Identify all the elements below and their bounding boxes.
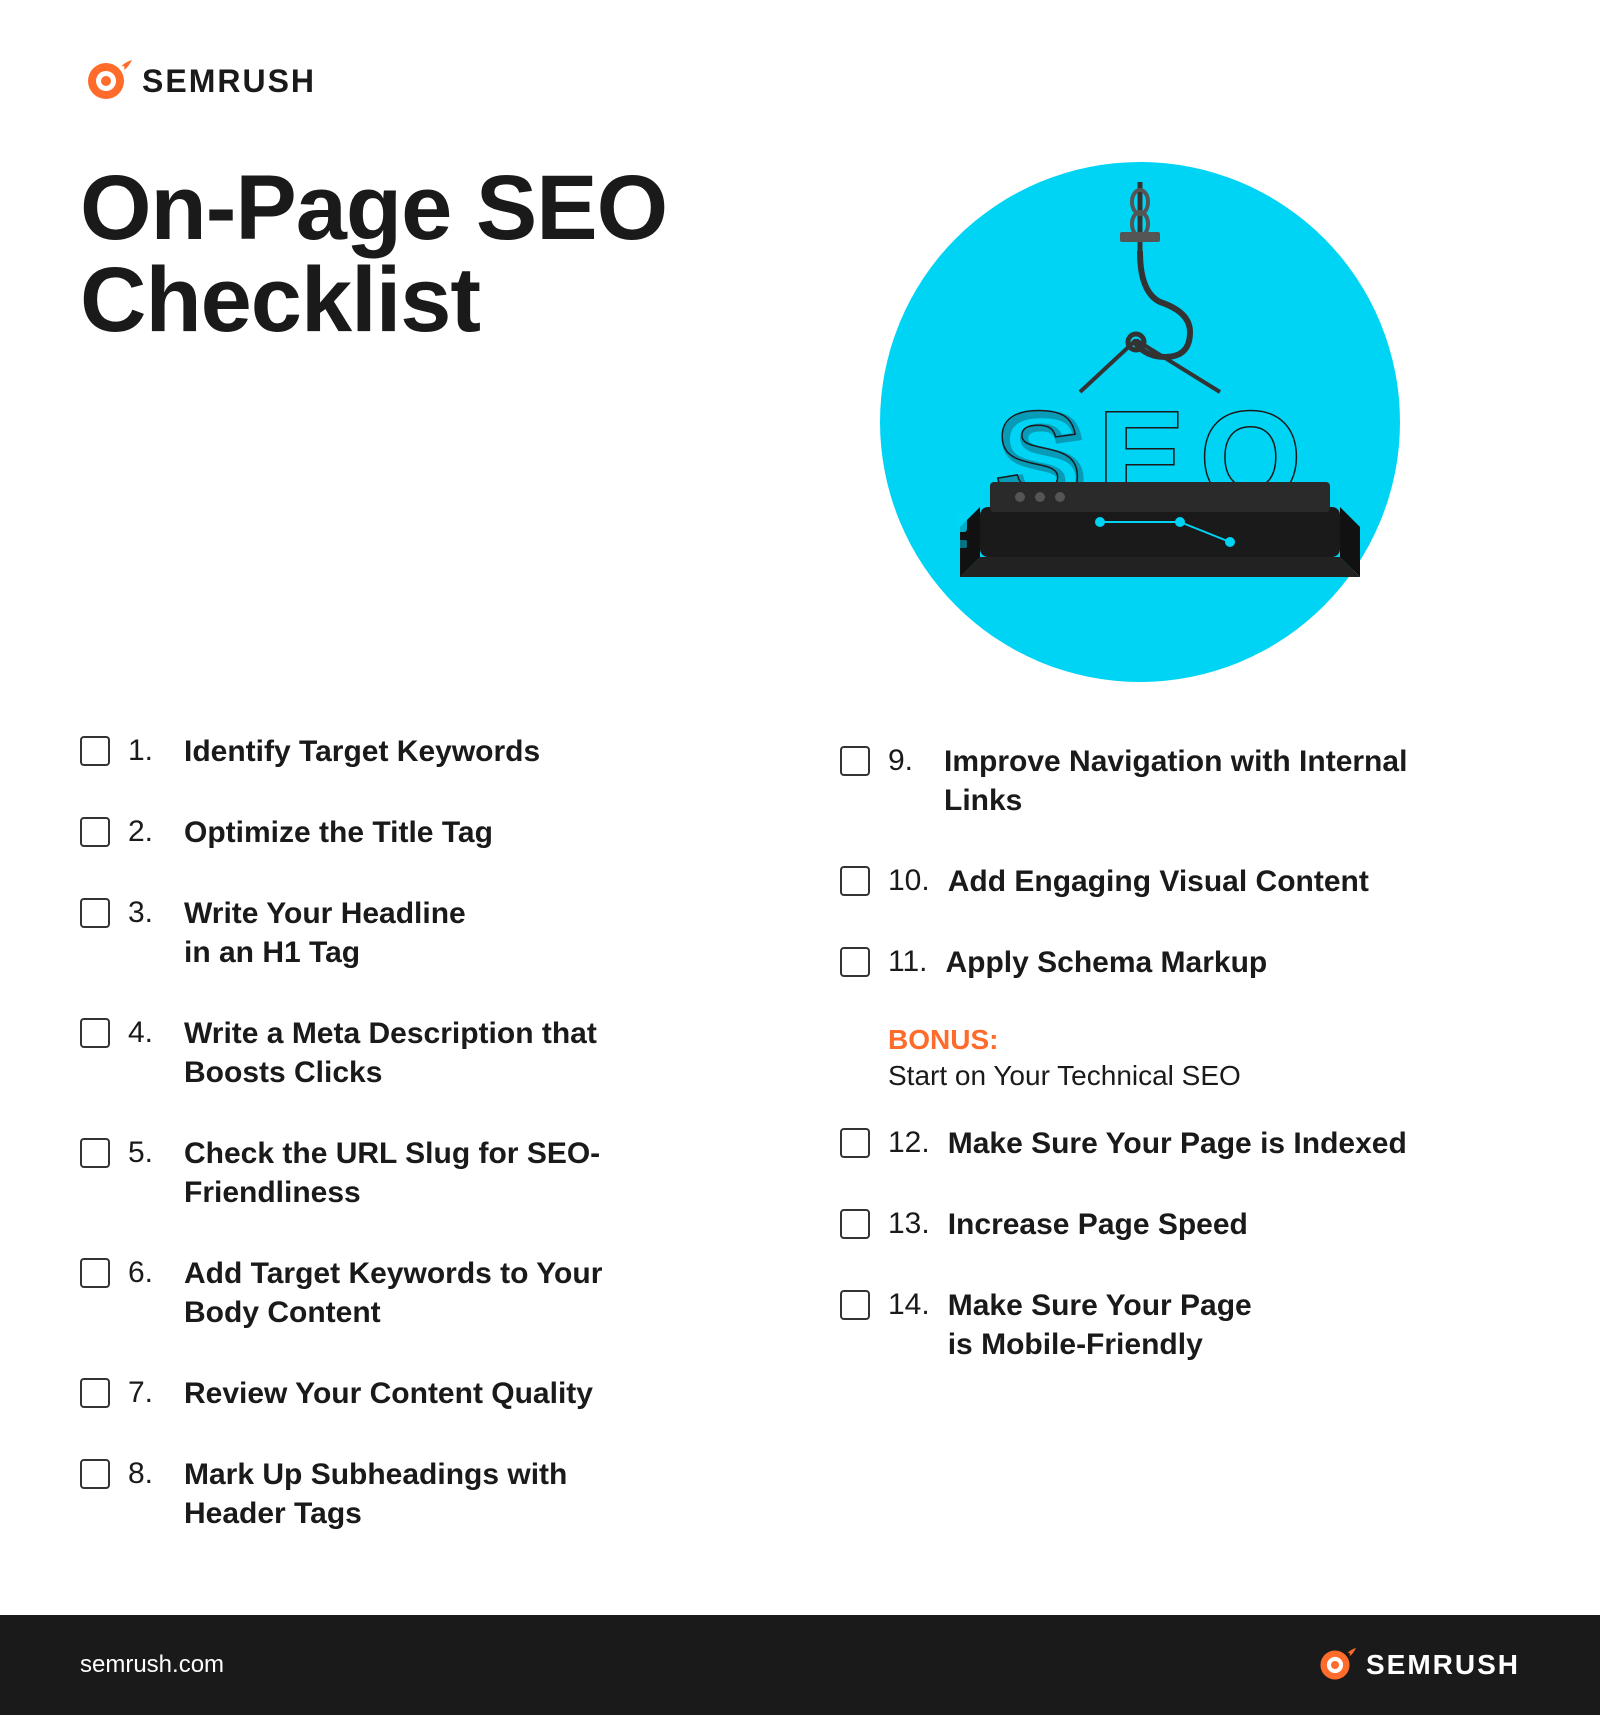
item-text-4: Write a Meta Description thatBoosts Clic… [184, 1014, 597, 1092]
item-number-12: 12. [888, 1126, 930, 1160]
seo-illustration: S E O S [880, 162, 1400, 682]
checkbox-2[interactable] [80, 817, 110, 847]
item-number-3: 3. [128, 896, 166, 930]
checkbox-14[interactable] [840, 1290, 870, 1320]
header-logo-text: SEMRUSH [142, 63, 316, 100]
checklist-item-left-5: 5. Check the URL Slug for SEO-Friendline… [80, 1134, 780, 1212]
item-number-2: 2. [128, 815, 166, 849]
item-number-14: 14. [888, 1288, 930, 1322]
checklist-item-right-11: 11. Apply Schema Markup [840, 943, 1520, 982]
bonus-text: Start on Your Technical SEO [888, 1060, 1520, 1092]
item-text-1: Identify Target Keywords [184, 732, 540, 771]
footer-logo-icon [1314, 1648, 1356, 1682]
footer-logo-text: SEMRUSH [1366, 1649, 1520, 1681]
checkbox-4[interactable] [80, 1018, 110, 1048]
semrush-logo-icon [80, 60, 132, 102]
header-logo: SEMRUSH [80, 60, 1520, 102]
bonus-section: BONUS: Start on Your Technical SEO [888, 1024, 1520, 1092]
item-number-6: 6. [128, 1256, 166, 1290]
checkbox-13[interactable] [840, 1209, 870, 1239]
item-number-7: 7. [128, 1376, 166, 1410]
item-text-12: Make Sure Your Page is Indexed [948, 1124, 1407, 1163]
checkbox-8[interactable] [80, 1459, 110, 1489]
page-title: On-Page SEO Checklist [80, 162, 760, 346]
bonus-label: BONUS: [888, 1024, 1520, 1056]
item-number-10: 10. [888, 864, 930, 898]
item-text-2: Optimize the Title Tag [184, 813, 493, 852]
item-text-7: Review Your Content Quality [184, 1374, 593, 1413]
checkbox-7[interactable] [80, 1378, 110, 1408]
checklist-item-left-1: 1. Identify Target Keywords [80, 732, 780, 771]
footer-logo: SEMRUSH [1314, 1648, 1520, 1682]
item-text-10: Add Engaging Visual Content [948, 862, 1369, 901]
main-content: SEMRUSH On-Page SEO Checklist [0, 0, 1600, 1615]
checklist-item-left-7: 7. Review Your Content Quality [80, 1374, 780, 1413]
checkbox-1[interactable] [80, 736, 110, 766]
checkbox-5[interactable] [80, 1138, 110, 1168]
checklist-item-left-2: 2. Optimize the Title Tag [80, 813, 780, 852]
checklist-item-right-9: 9. Improve Navigation with InternalLinks [840, 742, 1520, 820]
item-text-9: Improve Navigation with InternalLinks [944, 742, 1407, 820]
item-text-14: Make Sure Your Pageis Mobile-Friendly [948, 1286, 1252, 1364]
item-text-6: Add Target Keywords to YourBody Content [184, 1254, 602, 1332]
item-text-3: Write Your Headlinein an H1 Tag [184, 894, 466, 972]
footer: semrush.com SEMRUSH [0, 1615, 1600, 1715]
checklist-right: 9. Improve Navigation with InternalLinks… [780, 732, 1520, 1575]
item-number-13: 13. [888, 1207, 930, 1241]
checklist-item-right-10: 10. Add Engaging Visual Content [840, 862, 1520, 901]
checklist-item-left-8: 8. Mark Up Subheadings withHeader Tags [80, 1455, 780, 1533]
checklist-item-left-4: 4. Write a Meta Description thatBoosts C… [80, 1014, 780, 1092]
checklist-item-right-14: 14. Make Sure Your Pageis Mobile-Friendl… [840, 1286, 1520, 1364]
item-number-9: 9. [888, 744, 926, 778]
item-number-11: 11. [888, 945, 927, 979]
checkbox-3[interactable] [80, 898, 110, 928]
checklist-left: 1. Identify Target Keywords 2. Optimize … [80, 732, 780, 1575]
checkbox-11[interactable] [840, 947, 870, 977]
item-number-1: 1. [128, 734, 166, 768]
checkbox-12[interactable] [840, 1128, 870, 1158]
item-number-4: 4. [128, 1016, 166, 1050]
checklist-item-left-6: 6. Add Target Keywords to YourBody Conte… [80, 1254, 780, 1332]
item-text-13: Increase Page Speed [948, 1205, 1248, 1244]
item-number-5: 5. [128, 1136, 166, 1170]
footer-url: semrush.com [80, 1651, 224, 1679]
item-number-8: 8. [128, 1457, 166, 1491]
item-text-11: Apply Schema Markup [945, 943, 1267, 982]
checkbox-9[interactable] [840, 746, 870, 776]
checkbox-10[interactable] [840, 866, 870, 896]
checklist-section: 1. Identify Target Keywords 2. Optimize … [80, 732, 1520, 1575]
checklist-item-left-3: 3. Write Your Headlinein an H1 Tag [80, 894, 780, 972]
checklist-item-right-12: 12. Make Sure Your Page is Indexed [840, 1124, 1520, 1163]
item-text-8: Mark Up Subheadings withHeader Tags [184, 1455, 567, 1533]
item-text-5: Check the URL Slug for SEO-Friendliness [184, 1134, 600, 1212]
checkbox-6[interactable] [80, 1258, 110, 1288]
checklist-item-right-13: 13. Increase Page Speed [840, 1205, 1520, 1244]
